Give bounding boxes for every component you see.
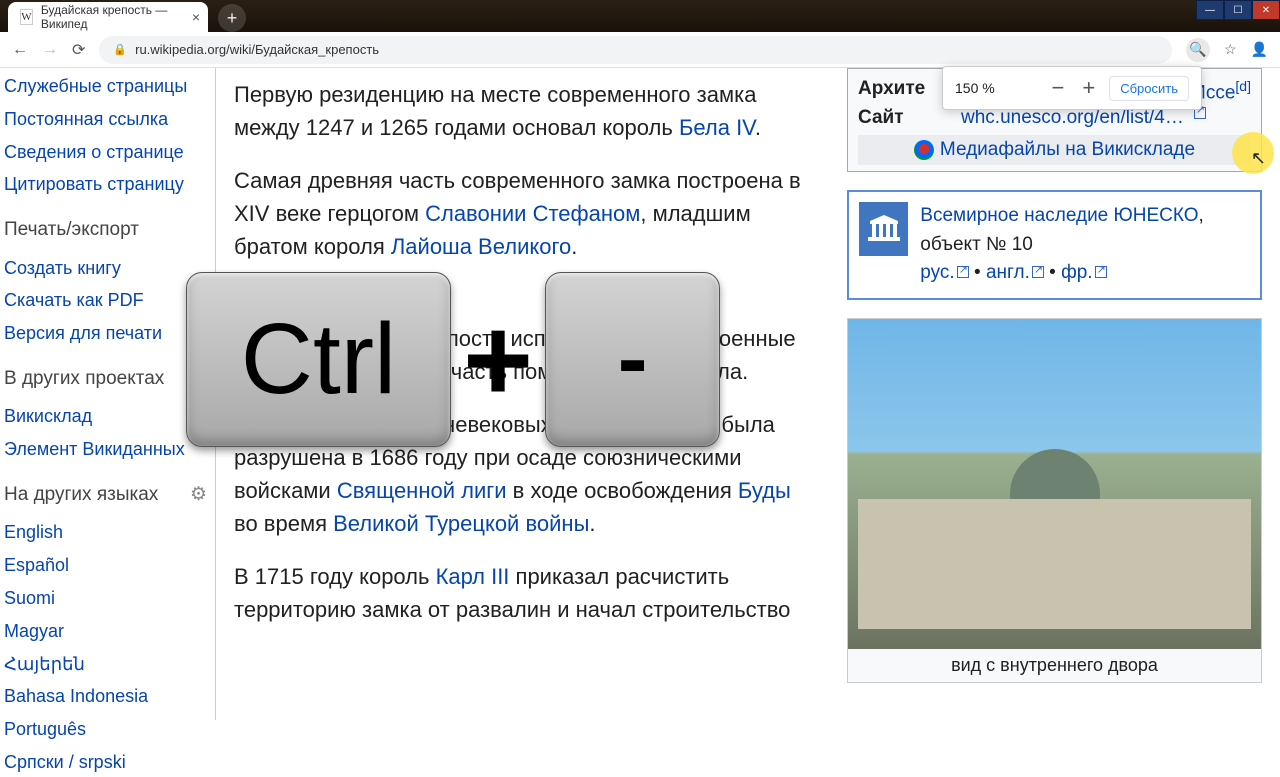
sidebar-link[interactable]: Элемент Викиданных [4, 435, 207, 464]
zoom-in-button[interactable]: + [1078, 75, 1099, 101]
zoom-reset-button[interactable]: Сбросить [1109, 76, 1189, 101]
window-controls: — ☐ ✕ [1196, 0, 1280, 20]
profile-icon[interactable]: 👤 [1251, 41, 1268, 58]
infobox-label-site: Сайт [858, 107, 953, 129]
sidebar-link[interactable]: Версия для печати [4, 319, 207, 348]
wikilink[interactable]: Всемирное наследие ЮНЕСКО [920, 205, 1198, 226]
new-tab-button[interactable]: + [218, 4, 246, 32]
sidebar-lang[interactable]: English [4, 518, 207, 547]
unesco-logo-icon [859, 202, 908, 256]
wikilink[interactable]: Лайоша Великого [391, 234, 571, 259]
wikilink[interactable]: Карл III [436, 564, 510, 589]
minus-key: - [545, 272, 720, 447]
external-link-icon [1095, 266, 1107, 278]
sidebar-link[interactable]: Создать книгу [4, 254, 207, 283]
browser-toolbar: ← → ⟳ 🔒 ru.wikipedia.org/wiki/Будайская_… [0, 32, 1280, 68]
close-window-button[interactable]: ✕ [1252, 0, 1280, 20]
sidebar-lang[interactable]: Bahasa Indonesia [4, 682, 207, 711]
wikilink[interactable]: Буды [738, 478, 791, 503]
sidebar-lang[interactable]: Српски / srpski [4, 748, 207, 777]
cursor-icon: ↖ [1251, 148, 1266, 169]
external-link[interactable]: рус. [920, 262, 954, 283]
plus-symbol: + [463, 291, 533, 429]
browser-tab-strip: W Будайская крепость — Википед × + — ☐ ✕ [0, 0, 1280, 32]
keyboard-shortcut-overlay: Ctrl + - [186, 272, 720, 447]
close-tab-icon[interactable]: × [192, 9, 200, 25]
external-link-icon [957, 266, 969, 278]
sidebar-link[interactable]: Скачать как PDF [4, 286, 207, 315]
wikilink[interactable]: Славонии Стефаном [425, 201, 640, 226]
wikipedia-favicon: W [20, 9, 33, 25]
sidebar-heading-languages: На других языках ⚙ [4, 480, 207, 512]
sidebar-heading-print: Печать/экспорт [4, 215, 207, 247]
minimize-button[interactable]: — [1196, 0, 1224, 20]
sidebar-lang[interactable]: Magyar [4, 617, 207, 646]
image-thumbnail[interactable]: вид с внутреннего двора [847, 318, 1262, 683]
zoom-value: 150 % [955, 80, 1037, 96]
zoom-out-button[interactable]: − [1047, 75, 1068, 101]
wikilink[interactable]: Великой Турецкой войны [333, 511, 589, 536]
zoom-indicator-icon[interactable]: 🔍 [1186, 38, 1210, 62]
zoom-popup: 150 % − + Сбросить [942, 66, 1202, 110]
wikilink[interactable]: Бела IV [679, 115, 755, 140]
back-button[interactable]: ← [12, 41, 28, 59]
maximize-button[interactable]: ☐ [1224, 0, 1252, 20]
sidebar-lang[interactable]: Português [4, 715, 207, 744]
gear-icon[interactable]: ⚙ [190, 480, 207, 510]
commons-icon [914, 140, 934, 160]
infobox-label-architect: Архите [858, 78, 953, 104]
wikilink[interactable]: Священной лиги [337, 478, 507, 503]
address-bar[interactable]: 🔒 ru.wikipedia.org/wiki/Будайская_крепос… [99, 36, 1172, 64]
external-link[interactable]: фр. [1061, 262, 1092, 283]
reload-button[interactable]: ⟳ [72, 40, 85, 60]
sidebar-link[interactable]: Постоянная ссылка [4, 105, 207, 134]
castle-photo [848, 319, 1261, 649]
wikipedia-sidebar: Служебные страницы Постоянная ссылка Све… [0, 68, 215, 720]
image-caption: вид с внутреннего двора [848, 649, 1261, 682]
sidebar-link[interactable]: Сведения о странице [4, 138, 207, 167]
url-text: ru.wikipedia.org/wiki/Будайская_крепость [135, 42, 379, 57]
browser-tab[interactable]: W Будайская крепость — Википед × [8, 2, 208, 32]
tab-title: Будайская крепость — Википед [41, 3, 178, 31]
sidebar-lang[interactable]: Suomi [4, 584, 207, 613]
ctrl-key: Ctrl [186, 272, 451, 447]
bookmark-star-icon[interactable]: ☆ [1224, 41, 1237, 58]
external-link[interactable]: англ. [986, 262, 1030, 283]
forward-button[interactable]: → [42, 41, 58, 59]
external-link[interactable]: whc.unesco.org/en/list/4… [961, 107, 1184, 129]
sidebar-heading-projects: В других проектах [4, 364, 207, 396]
commons-link[interactable]: Медиафайлы на Викискладе [858, 135, 1251, 165]
sidebar-link[interactable]: Служебные страницы [4, 72, 207, 101]
sidebar-lang[interactable]: Español [4, 551, 207, 580]
sidebar-lang[interactable]: Հայերեն [4, 650, 207, 679]
lock-icon: 🔒 [113, 43, 127, 56]
sidebar-link[interactable]: Цитировать страницу [4, 170, 207, 199]
external-link-icon [1032, 266, 1044, 278]
unesco-box: Всемирное наследие ЮНЕСКО, объект № 10 р… [847, 190, 1262, 300]
sidebar-link[interactable]: Викисклад [4, 402, 207, 431]
